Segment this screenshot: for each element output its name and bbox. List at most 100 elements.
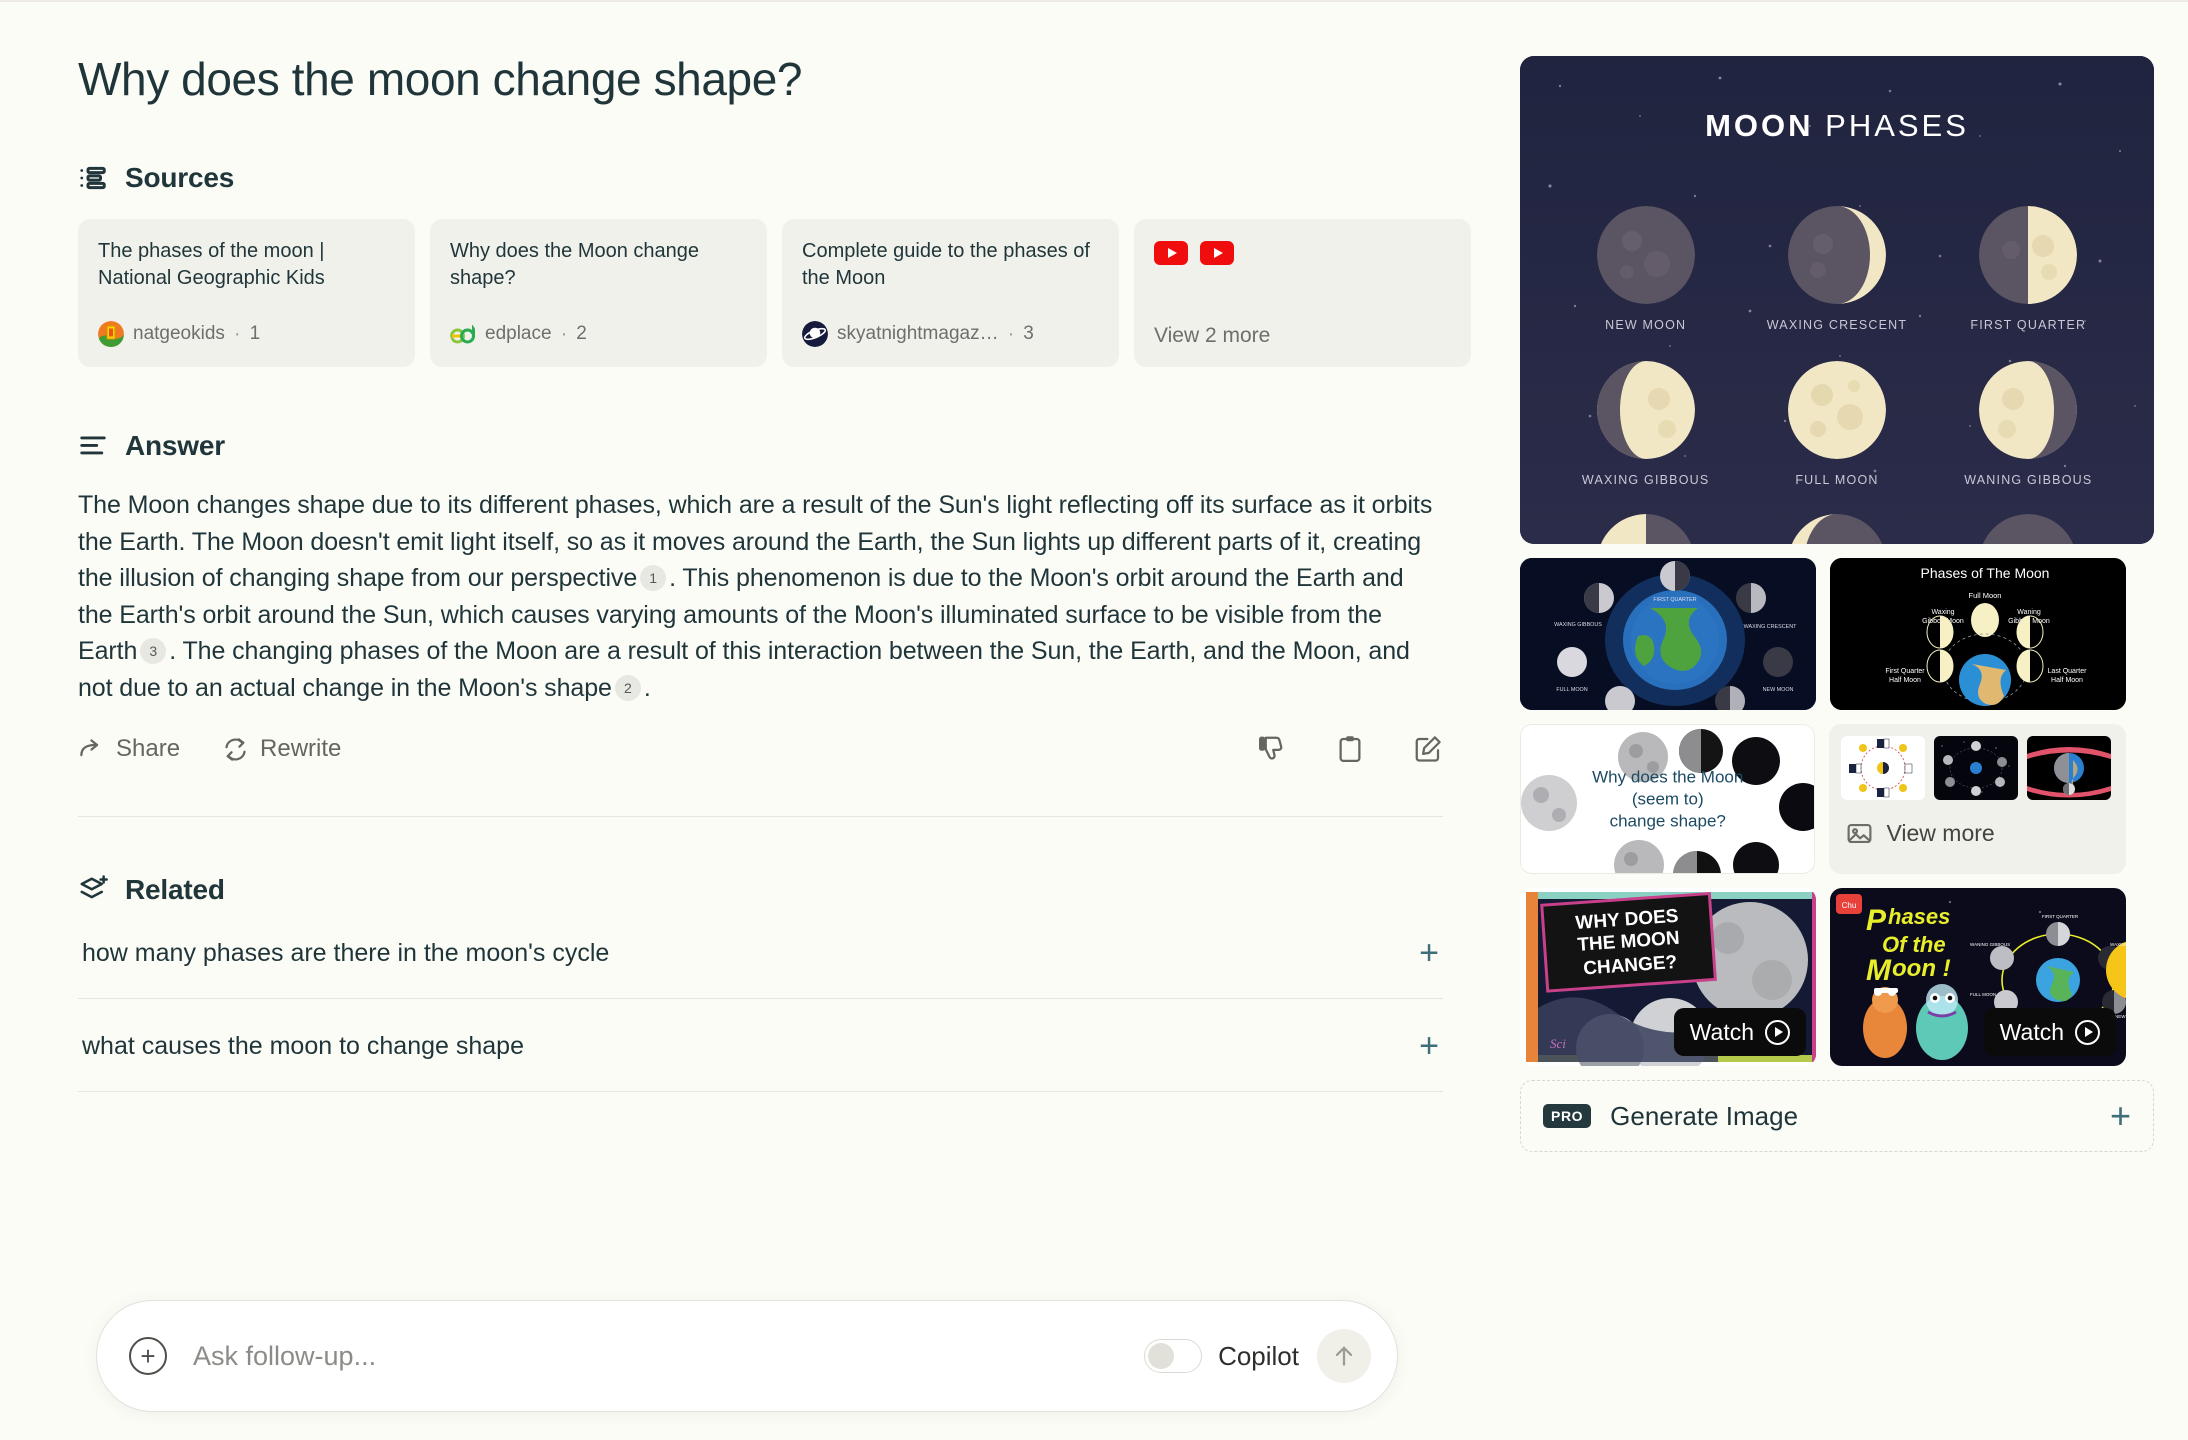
plus-icon[interactable]: +: [2110, 1098, 2131, 1134]
play-icon: [2075, 1019, 2100, 1045]
related-item-2[interactable]: what causes the moon to change shape +: [78, 999, 1443, 1093]
youtube-icon: [1200, 241, 1234, 266]
svg-text:Full Moon: Full Moon: [1969, 591, 2002, 600]
view-more-sources-card[interactable]: View 2 more: [1134, 219, 1471, 368]
citation-badge[interactable]: 3: [140, 638, 167, 665]
rewrite-label: Rewrite: [260, 735, 342, 763]
thumb-change-shape[interactable]: Why does the Moon (seem to) change shape?: [1520, 724, 1816, 874]
svg-text:hases: hases: [1888, 904, 1950, 929]
view-more-label: View more: [1886, 820, 1995, 846]
rewrite-loop-icon: [225, 737, 246, 761]
svg-text:FULL MOON: FULL MOON: [1970, 992, 1996, 997]
svg-text:FULL MOON: FULL MOON: [1556, 687, 1587, 693]
media-row-2: Why does the Moon (seem to) change shape?: [1520, 724, 2126, 874]
svg-text:Half Moon: Half Moon: [2051, 677, 2083, 684]
sources-heading-label: Sources: [125, 162, 235, 194]
thumb-phases-diagram[interactable]: Phases of The Moon Full Moon Waxing Gibb…: [1830, 558, 2126, 710]
source-card-1[interactable]: The phases of the moon | National Geogra…: [78, 219, 415, 368]
phase-label: WAXING CRESCENT: [1766, 318, 1908, 332]
phase-label: WANING GIBBOUS: [1964, 473, 2093, 487]
arrow-up-icon: [1335, 1346, 1353, 1366]
hero-moon-row-1: NEW MOON WAXING CRESCENT FIRST QUARTER: [1520, 206, 2154, 332]
svg-text:M: M: [1866, 954, 1892, 987]
moon-waning-crescent: [1788, 514, 1886, 544]
share-button[interactable]: Share: [78, 735, 180, 763]
thumb-earth-orbit[interactable]: FIRST QUARTER WAXING GIBBOUS WAXING CRES…: [1520, 558, 1816, 710]
video-thumb-2[interactable]: Chu Phases Of the Moon ! FIRST QUARTER W…: [1830, 888, 2126, 1066]
related-heading-label: Related: [125, 874, 225, 906]
page-title: Why does the moon change shape?: [78, 53, 803, 105]
top-divider: [0, 0, 2188, 2]
phase-cell: [1762, 514, 1912, 544]
generate-image-button[interactable]: PRO Generate Image +: [1520, 1080, 2154, 1152]
copilot-toggle[interactable]: [1144, 1339, 1203, 1373]
source-index: 2: [576, 323, 587, 345]
svg-text:WANING GIBBOUS: WANING GIBBOUS: [1970, 942, 2010, 947]
watch-button[interactable]: Watch: [1983, 1008, 2116, 1056]
answer-text: The Moon changes shape due to its differ…: [78, 487, 1443, 706]
phase-cell: WAXING CRESCENT: [1762, 206, 1912, 332]
mini-image-3: [2027, 736, 2112, 800]
hero-title-light: PHASES: [1825, 108, 1969, 143]
send-button[interactable]: [1317, 1329, 1371, 1383]
view-more-images-card[interactable]: View more: [1829, 724, 2126, 874]
rewrite-button[interactable]: Rewrite: [222, 735, 341, 763]
svg-text:NEW MOON: NEW MOON: [2115, 1014, 2126, 1019]
video-thumb-1[interactable]: WHY DOES THE MOON CHANGE? Sci Watch: [1520, 888, 1816, 1066]
source-favicon-stack: [1154, 241, 1453, 266]
svg-text:Half Moon: Half Moon: [1889, 677, 1921, 684]
svg-text:WAXING CRESCENT: WAXING CRESCENT: [2110, 942, 2126, 947]
sources-grid: The phases of the moon | National Geogra…: [78, 219, 1520, 368]
moon-waning-gibbous: [1979, 361, 2078, 459]
source-card-2[interactable]: Why does the Moon change shape? edplace …: [430, 219, 767, 368]
answer-actions-right: [1257, 734, 1443, 764]
moon-waxing-gibbous: [1596, 361, 1695, 459]
sources-header: Sources: [78, 162, 1520, 194]
mini-image-1: [1841, 736, 1926, 800]
phase-label: NEW MOON: [1605, 318, 1687, 332]
moon-new-2: [1979, 514, 2077, 544]
natgeo-favicon: [98, 321, 124, 348]
svg-text:Chu: Chu: [1842, 901, 1857, 910]
follow-up-bar: + Copilot: [96, 1300, 1398, 1412]
generate-image-label: Generate Image: [1610, 1100, 1799, 1131]
svg-text:Last Quarter: Last Quarter: [2048, 668, 2088, 675]
plus-circle-icon[interactable]: +: [129, 1337, 167, 1375]
media-panel: MOON PHASES NEW MOON WAXING CRESCENT FIR…: [1520, 4, 2188, 1440]
source-title: Complete guide to the phases of the Moon: [802, 240, 1090, 289]
svg-text:WAXING CRESCENT: WAXING CRESCENT: [1744, 624, 1798, 630]
plus-icon[interactable]: +: [1419, 936, 1439, 970]
moon-new: [1596, 206, 1695, 304]
youtube-icon: [1154, 241, 1188, 266]
view-more-row: View more: [1841, 819, 2114, 848]
source-meta: edplace · 2: [450, 321, 587, 347]
hero-moon-phases-image[interactable]: MOON PHASES NEW MOON WAXING CRESCENT FIR…: [1520, 56, 2154, 544]
citation-badge[interactable]: 2: [614, 674, 641, 701]
moon-first-quarter: [1979, 206, 2078, 304]
svg-text:WAXING GIBBOUS: WAXING GIBBOUS: [1554, 622, 1602, 628]
moon-last-quarter: [1597, 514, 1695, 544]
citation-badge[interactable]: 1: [640, 565, 667, 592]
phase-cell: [1953, 514, 2103, 544]
answer-part-4: .: [643, 673, 651, 702]
clipboard-copy-icon[interactable]: [1335, 734, 1365, 764]
svg-text:First Quarter: First Quarter: [1885, 668, 1925, 675]
related-item-1[interactable]: how many phases are there in the moon's …: [78, 906, 1443, 1000]
sources-list-icon: [78, 163, 108, 193]
phase-cell: FIRST QUARTER: [1953, 206, 2103, 332]
source-site: natgeokids: [133, 323, 225, 345]
main-content: Why does the moon change shape? Sources …: [0, 4, 1520, 1440]
search-input[interactable]: [193, 1340, 1145, 1372]
source-card-3[interactable]: Complete guide to the phases of the Moon…: [782, 219, 1119, 368]
related-question: how many phases are there in the moon's …: [82, 938, 610, 967]
watch-button[interactable]: Watch: [1673, 1008, 1806, 1056]
thumb-diagram-title: Phases of The Moon: [1921, 565, 2050, 581]
watch-label: Watch: [1999, 1018, 2064, 1045]
svg-text:Waxing: Waxing: [1931, 609, 1954, 616]
thumbs-down-icon[interactable]: [1257, 734, 1287, 764]
source-index: 3: [1023, 323, 1034, 345]
svg-text:oon !: oon !: [1892, 955, 1951, 982]
edit-pencil-icon[interactable]: [1413, 734, 1443, 764]
phase-cell: WAXING GIBBOUS: [1571, 361, 1721, 487]
plus-icon[interactable]: +: [1419, 1029, 1439, 1063]
